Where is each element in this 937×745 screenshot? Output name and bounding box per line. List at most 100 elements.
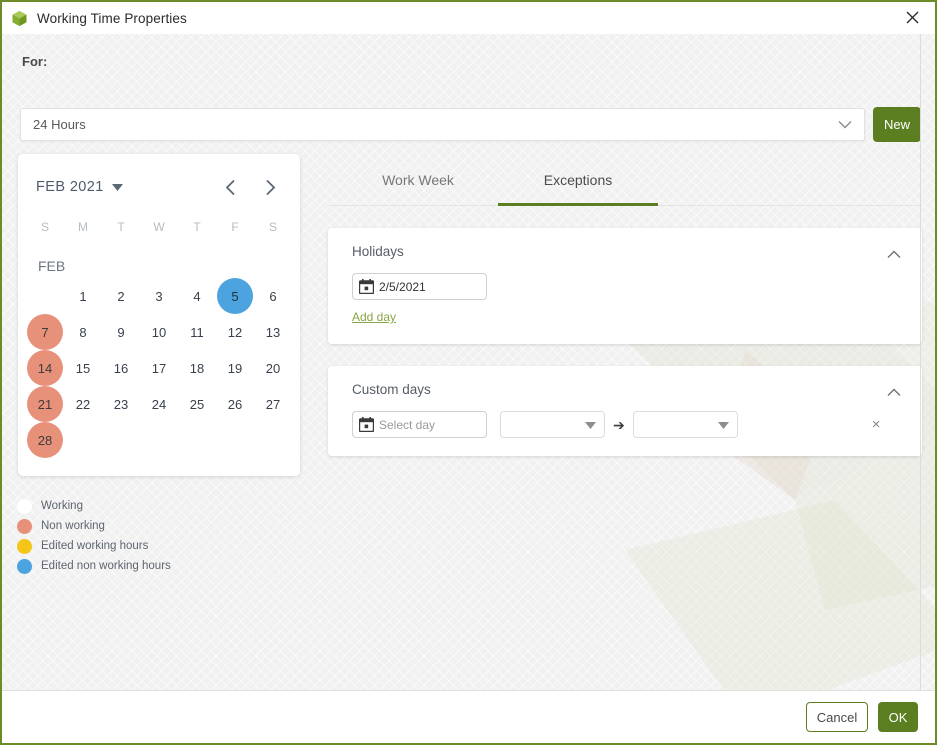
calendar-day-6[interactable]: 6 — [255, 278, 291, 314]
calendar-legend: Working Non working Edited working hours Ed… — [17, 496, 277, 576]
calendar-day-16[interactable]: 16 — [103, 350, 139, 386]
add-day-link[interactable]: Add day — [352, 310, 396, 324]
tab-bar: Work Week Exceptions — [328, 154, 922, 206]
calendar-day-22[interactable]: 22 — [65, 386, 101, 422]
tab-work-week[interactable]: Work Week — [338, 154, 498, 205]
calendar-weekday: F — [231, 220, 239, 234]
holidays-title: Holidays — [352, 244, 404, 259]
calendar-month-year: FEB 2021 — [36, 179, 104, 195]
calendar-day-3[interactable]: 3 — [141, 278, 177, 314]
caret-down-icon — [585, 416, 596, 434]
calendar-day-8[interactable]: 8 — [65, 314, 101, 350]
calendar-day-2[interactable]: 2 — [103, 278, 139, 314]
calendar-cell: 16 — [102, 350, 140, 386]
calendar-day-10[interactable]: 10 — [141, 314, 177, 350]
calendar-cell: 10 — [140, 314, 178, 350]
calendar-cell: 21 — [26, 386, 64, 422]
calendar-cell: 23 — [102, 386, 140, 422]
legend-color-swatch — [17, 518, 32, 534]
chevron-right-icon[interactable] — [256, 173, 284, 201]
calendar-day-25[interactable]: 25 — [179, 386, 215, 422]
holiday-date-field[interactable]: 2/5/2021 — [352, 273, 487, 300]
calendar-cell: 12 — [216, 314, 254, 350]
calendar-weekday: M — [78, 220, 88, 234]
legend-item: Edited working hours — [17, 536, 277, 556]
calendar-day-21[interactable]: 21 — [27, 386, 63, 422]
calendar-card: FEB 2021 SMTWTFS FEB 1234567 8 9 10 11 1… — [18, 154, 300, 476]
title-bar: Working Time Properties — [2, 2, 935, 34]
calendar-cell: 22 — [64, 386, 102, 422]
calendar-day-19[interactable]: 19 — [217, 350, 253, 386]
calendar-cell: 9 — [102, 314, 140, 350]
custom-day-to-select[interactable] — [632, 411, 738, 438]
calendar-day-4[interactable]: 4 — [179, 278, 215, 314]
custom-days-panel: Custom days Select day ➔ × — [328, 366, 922, 456]
calendar-day-14[interactable]: 14 — [27, 350, 63, 386]
calendar-weekday: T — [193, 220, 201, 234]
calendar-select[interactable]: 24 Hours — [20, 108, 865, 141]
calendar-weekday: T — [117, 220, 125, 234]
calendar-cell-empty — [26, 278, 64, 314]
caret-down-icon[interactable] — [111, 178, 123, 196]
calendar-cell: 27 — [254, 386, 292, 422]
calendar-weekday: W — [153, 220, 165, 234]
holidays-panel: Holidays 2/5/2021 Add day — [328, 228, 922, 344]
for-label: For: — [22, 54, 48, 69]
dialog-footer: Cancel OK — [2, 690, 935, 743]
calendar-cell: 2 — [102, 278, 140, 314]
cancel-button[interactable]: Cancel — [806, 702, 868, 732]
ok-button[interactable]: OK — [878, 702, 918, 732]
custom-days-title: Custom days — [352, 382, 431, 397]
remove-custom-day-button[interactable]: × — [872, 417, 881, 432]
calendar-day-28[interactable]: 28 — [27, 422, 63, 458]
calendar-day-11[interactable]: 11 — [179, 314, 215, 350]
calendar-cell: 25 — [178, 386, 216, 422]
chevron-up-icon[interactable] — [882, 242, 906, 266]
calendar-day-13[interactable]: 13 — [255, 314, 291, 350]
calendar-day-7[interactable]: 7 — [27, 314, 63, 350]
range-arrow-icon: ➔ — [613, 416, 625, 433]
calendar-grid: 1 2 3 4 5 6 7 8 9 10 11 12 13 14 15 16 17 18 19 20 21 22 23 24 2… — [18, 278, 300, 476]
calendar-month-label: FEB — [38, 258, 66, 274]
dialog-window: Working Time Properties For: 24 Hours Ne… — [0, 0, 937, 745]
chevron-down-icon — [838, 116, 852, 134]
chevron-left-icon[interactable] — [216, 173, 244, 201]
calendar-day-12[interactable]: 12 — [217, 314, 253, 350]
calendar-day-23[interactable]: 23 — [103, 386, 139, 422]
calendar-day-5[interactable]: 5 — [217, 278, 253, 314]
calendar-day-18[interactable]: 18 — [179, 350, 215, 386]
tab-exceptions[interactable]: Exceptions — [498, 154, 658, 206]
calendar-weekday: S — [40, 220, 49, 234]
window-title: Working Time Properties — [37, 10, 187, 26]
calendar-cell: 3 — [140, 278, 178, 314]
calendar-day-1[interactable]: 1 — [65, 278, 101, 314]
chevron-up-icon[interactable] — [882, 380, 906, 404]
dialog-body: For: 24 Hours New FEB 2021 S M T W T F S… — [2, 34, 935, 690]
custom-day-date-field[interactable]: Select day — [352, 411, 487, 438]
legend-item: Non working — [17, 516, 277, 536]
scrollbar-thumb[interactable] — [924, 34, 933, 120]
calendar-day-24[interactable]: 24 — [141, 386, 177, 422]
calendar-select-value: 24 Hours — [33, 117, 86, 132]
calendar-day-27[interactable]: 27 — [255, 386, 291, 422]
legend-color-swatch — [17, 538, 32, 554]
close-icon[interactable] — [890, 2, 935, 32]
calendar-day-17[interactable]: 17 — [141, 350, 177, 386]
legend-color-swatch — [17, 498, 32, 514]
calendar-day-15[interactable]: 15 — [65, 350, 101, 386]
calendar-cell: 13 — [254, 314, 292, 350]
calendar-weekday: S — [268, 220, 277, 234]
calendar-day-20[interactable]: 20 — [255, 350, 291, 386]
caret-down-icon — [717, 416, 729, 434]
custom-day-from-select[interactable] — [500, 411, 605, 438]
legend-label: Edited non working hours — [41, 560, 171, 572]
calendar-day-26[interactable]: 26 — [217, 386, 253, 422]
calendar-cell: 20 — [254, 350, 292, 386]
vertical-scrollbar[interactable] — [920, 34, 935, 690]
legend-label: Working — [41, 500, 83, 512]
calendar-day-9[interactable]: 9 — [103, 314, 139, 350]
new-button[interactable]: New — [873, 107, 921, 142]
custom-day-row: Select day ➔ × — [352, 411, 902, 438]
calendar-cell: 15 — [64, 350, 102, 386]
calendar-cell: 24 — [140, 386, 178, 422]
